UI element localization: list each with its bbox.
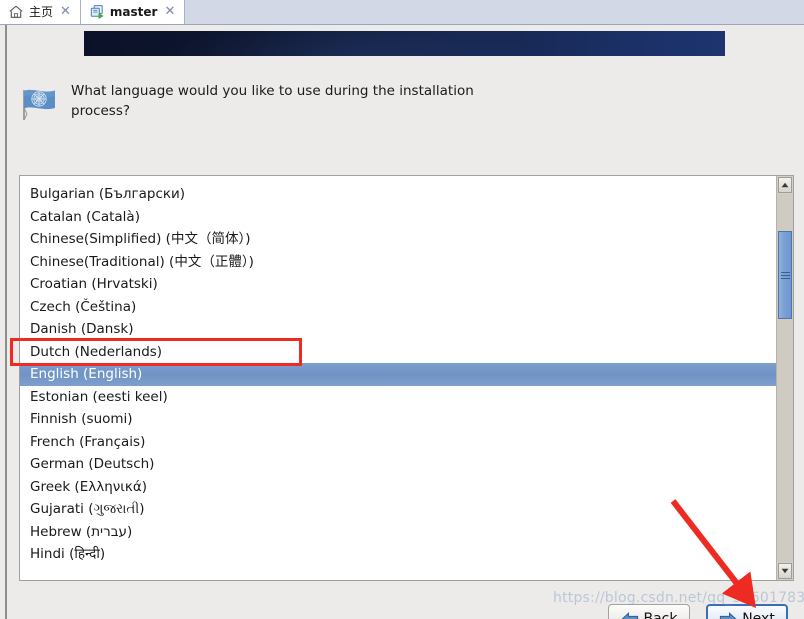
list-item[interactable]: Chinese(Traditional) (中文（正體）) xyxy=(20,251,776,274)
scrollbar-thumb[interactable] xyxy=(778,231,792,319)
list-item[interactable]: Finnish (suomi) xyxy=(20,408,776,431)
installer-window: What language would you like to use duri… xyxy=(5,25,804,619)
list-item[interactable]: Bulgarian (Български) xyxy=(20,183,776,206)
list-item-selected[interactable]: English (English) xyxy=(20,363,776,386)
back-button[interactable]: Back xyxy=(608,604,690,619)
chevron-down-icon xyxy=(781,568,789,574)
watermark-text: https://blog.csdn.net/qq_38601783 xyxy=(553,590,804,606)
tab-bar-empty-area xyxy=(185,0,804,24)
list-item[interactable]: Gujarati (ગુજરાતી) xyxy=(20,498,776,521)
browser-tab-bar: 主页 ✕ master ✕ xyxy=(0,0,804,25)
language-list[interactable]: Bulgarian (Български) Catalan (Català) C… xyxy=(20,176,776,580)
next-button-label: Next xyxy=(742,611,775,619)
tab-home[interactable]: 主页 ✕ xyxy=(0,0,81,24)
list-item[interactable]: Croatian (Hrvatski) xyxy=(20,273,776,296)
list-item[interactable]: Danish (Dansk) xyxy=(20,318,776,341)
list-item[interactable]: Catalan (Català) xyxy=(20,206,776,229)
language-list-box[interactable]: Bulgarian (Български) Catalan (Català) C… xyxy=(19,175,794,581)
tab-master-label: master xyxy=(109,4,158,19)
chevron-up-icon xyxy=(781,182,789,188)
un-flag-icon xyxy=(15,84,59,124)
list-item[interactable]: Czech (Čeština) xyxy=(20,296,776,319)
list-item[interactable]: Estonian (eesti keel) xyxy=(20,386,776,409)
wizard-button-row: Back Next xyxy=(608,604,788,619)
home-icon xyxy=(8,4,24,20)
tab-master-close-icon[interactable]: ✕ xyxy=(162,5,177,18)
list-item[interactable]: Hebrew (עברית) xyxy=(20,521,776,544)
arrow-left-icon xyxy=(620,612,639,619)
list-item[interactable]: Chinese(Simplified) (中文（简体）) xyxy=(20,228,776,251)
back-button-label: Back xyxy=(643,611,678,619)
list-item[interactable]: Greek (Ελληνικά) xyxy=(20,476,776,499)
scroll-down-button[interactable] xyxy=(778,563,792,579)
list-item[interactable]: Dutch (Nederlands) xyxy=(20,341,776,364)
question-text: What language would you like to use duri… xyxy=(71,83,474,119)
question-row: What language would you like to use duri… xyxy=(15,80,775,124)
scrollbar-track[interactable] xyxy=(777,194,793,562)
scroll-up-button[interactable] xyxy=(778,177,792,193)
list-item[interactable]: German (Deutsch) xyxy=(20,453,776,476)
tab-home-label: 主页 xyxy=(29,4,54,19)
tab-master[interactable]: master ✕ xyxy=(80,0,186,24)
next-button[interactable]: Next xyxy=(706,604,788,619)
list-item[interactable]: Hindi (हिन्दी) xyxy=(20,543,776,566)
list-item[interactable]: French (Français) xyxy=(20,431,776,454)
scrollbar-grip-icon xyxy=(780,270,790,281)
tab-home-close-icon[interactable]: ✕ xyxy=(58,5,73,18)
virtual-machine-icon xyxy=(89,4,105,20)
installer-banner xyxy=(84,31,725,56)
arrow-right-icon xyxy=(719,612,737,619)
list-scrollbar[interactable] xyxy=(776,176,793,580)
